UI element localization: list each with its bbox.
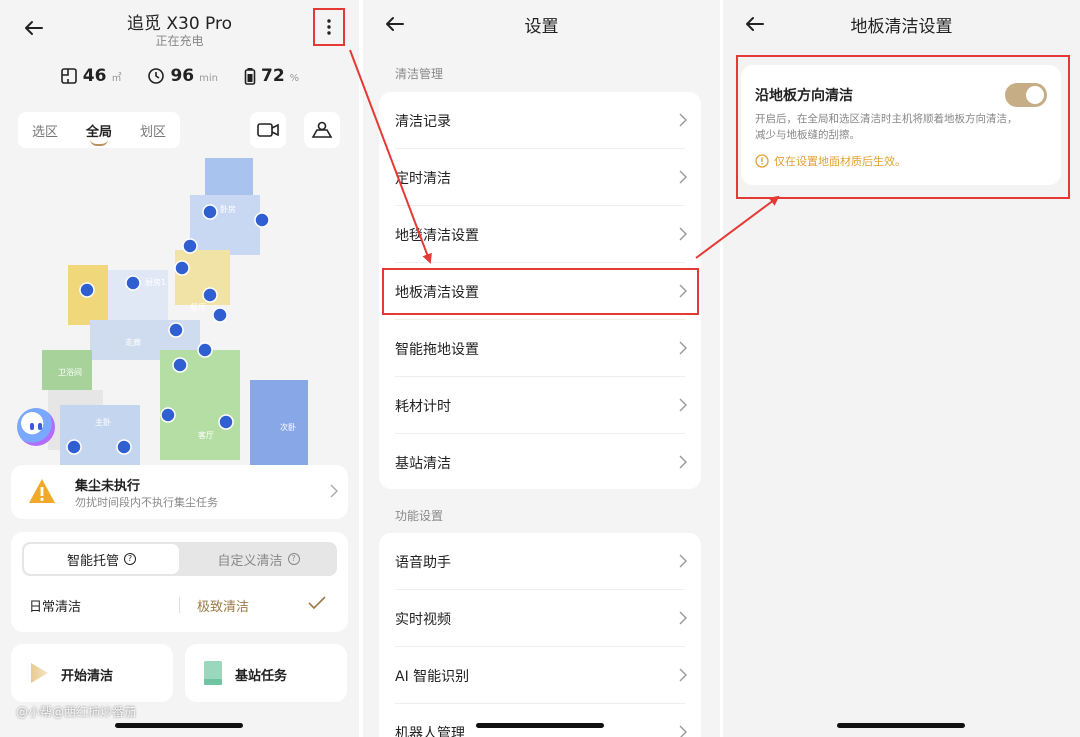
map-room-label: 厨房1	[145, 277, 166, 287]
chevron-right-icon	[679, 554, 687, 568]
daily-clean-option[interactable]: 日常清洁	[29, 596, 81, 615]
chevron-right-icon	[330, 484, 338, 498]
chevron-right-icon	[679, 668, 687, 682]
device-status: 正在充电	[155, 34, 204, 48]
chevron-right-icon	[679, 113, 687, 127]
settings-row-robot-management[interactable]: 机器人管理	[379, 704, 701, 737]
stat-battery: 72 %	[244, 66, 299, 86]
tab-draw-area[interactable]: 划区	[140, 121, 166, 140]
map-room-label: 客厅	[198, 430, 214, 440]
home-indicator[interactable]	[837, 723, 965, 728]
cleaning-map[interactable]: 卧房 厨房1 餐厅 走廊 卫浴间 主卧 客厅 次卧	[30, 150, 320, 470]
floor-direction-toggle[interactable]	[1005, 83, 1047, 107]
chevron-right-icon	[679, 341, 687, 355]
settings-row-consumables-timer[interactable]: 耗材计时	[379, 377, 701, 434]
mode-switch: 智能托管 ? 自定义清洁 ?	[22, 542, 337, 576]
ai-assistant-button[interactable]	[17, 408, 55, 446]
map-edit-button[interactable]	[304, 112, 340, 148]
start-cleaning-button[interactable]: 开始清洁	[11, 644, 173, 702]
settings-row-ai-recognition[interactable]: AI 智能识别	[379, 647, 701, 704]
warning-triangle-icon	[29, 479, 55, 503]
settings-row-live-video[interactable]: 实时视频	[379, 590, 701, 647]
map-room-label: 走廊	[125, 337, 141, 347]
base-station-button[interactable]: 基站任务	[185, 644, 347, 702]
chevron-right-icon	[679, 398, 687, 412]
robot-home-screen: 追觅 X30 Pro 正在充电 46 ㎡ 96 min 72 % 选区 全局 划…	[0, 0, 359, 737]
dust-status-card[interactable]: 集尘未执行 勿扰时间段内不执行集尘任务	[11, 465, 348, 519]
section-header: 清洁管理	[395, 67, 444, 81]
stat-time: 96 min	[147, 66, 218, 86]
dust-subtitle: 勿扰时间段内不执行集尘任务	[75, 496, 218, 509]
mode-custom-button[interactable]: 自定义清洁 ?	[182, 544, 335, 574]
help-icon[interactable]: ?	[287, 553, 300, 565]
area-icon	[60, 68, 77, 84]
highlight-box-floor-cleaning	[382, 268, 699, 315]
home-indicator[interactable]	[115, 723, 243, 728]
assistant-face-icon	[30, 423, 42, 430]
clock-icon	[148, 68, 165, 84]
page-title: 设置	[524, 17, 559, 37]
chevron-right-icon	[679, 227, 687, 241]
checkmark-icon	[308, 596, 326, 610]
settings-row-cleaning-history[interactable]: 清洁记录	[379, 92, 701, 149]
more-vertical-icon	[327, 19, 331, 35]
settings-row-smart-mopping[interactable]: 智能拖地设置	[379, 320, 701, 377]
info-warning-icon	[755, 154, 769, 168]
video-camera-icon	[257, 123, 279, 137]
map-room-label: 餐厅	[190, 303, 206, 312]
battery-icon	[244, 68, 256, 85]
settings-row-carpet-cleaning[interactable]: 地毯清洁设置	[379, 206, 701, 263]
home-indicator[interactable]	[476, 723, 604, 728]
region-tabs: 选区 全局 划区	[18, 112, 180, 148]
chevron-right-icon	[679, 170, 687, 184]
map-room-label: 主卧	[95, 417, 111, 427]
floor-direction-setting-card: 沿地板方向清洁 开启后，在全局和选区清洁时主机将顺着地板方向清洁，减少与地板缝的…	[741, 65, 1061, 185]
video-button[interactable]	[250, 112, 286, 148]
setting-note: 仅在设置地面材质后生效。	[755, 153, 906, 169]
section-header: 功能设置	[395, 509, 444, 523]
settings-row-voice-assistant[interactable]: 语音助手	[379, 533, 701, 590]
floor-cleaning-settings-screen: 地板清洁设置 沿地板方向清洁 开启后，在全局和选区清洁时主机将顺着地板方向清洁，…	[723, 0, 1080, 737]
setting-title: 沿地板方向清洁	[755, 88, 853, 104]
map-room-label: 卧房	[220, 204, 236, 214]
divider	[179, 597, 180, 613]
extreme-clean-option[interactable]: 极致清洁	[197, 596, 249, 615]
chevron-right-icon	[679, 611, 687, 625]
mode-smart-button[interactable]: 智能托管 ?	[24, 544, 179, 574]
tab-global[interactable]: 全局	[86, 121, 112, 146]
stat-area: 46 ㎡	[60, 66, 121, 86]
chevron-right-icon	[679, 455, 687, 469]
base-station-icon	[204, 661, 222, 685]
chevron-right-icon	[679, 725, 687, 737]
stats-bar: 46 ㎡ 96 min 72 %	[0, 66, 359, 86]
tab-select-area[interactable]: 选区	[32, 121, 58, 140]
help-icon[interactable]: ?	[124, 553, 136, 565]
settings-row-scheduled-cleaning[interactable]: 定时清洁	[379, 149, 701, 206]
map-room-label: 次卧	[280, 422, 296, 432]
map-room-label: 卫浴间	[58, 367, 82, 377]
device-title: 追觅 X30 Pro	[126, 14, 233, 34]
map-edit-icon	[311, 121, 333, 138]
page-title: 地板清洁设置	[850, 17, 953, 37]
watermark: @小帮@西红柿炒番茄	[16, 705, 137, 719]
play-icon	[31, 663, 48, 683]
more-options-button[interactable]	[313, 8, 345, 46]
setting-description: 开启后，在全局和选区清洁时主机将顺着地板方向清洁，减少与地板缝的刮擦。	[755, 113, 1018, 141]
settings-row-base-cleaning[interactable]: 基站清洁	[379, 434, 701, 491]
function-settings-group: 语音助手 实时视频 AI 智能识别 机器人管理	[379, 533, 701, 737]
toggle-knob	[1026, 86, 1044, 104]
cleaning-mode-card: 智能托管 ? 自定义清洁 ? 日常清洁 极致清洁	[11, 532, 348, 632]
settings-screen: 设置 清洁管理 清洁记录 定时清洁 地毯清洁设置 地板清洁设置 智能拖地设置 耗…	[363, 0, 720, 737]
dust-title: 集尘未执行	[75, 479, 141, 494]
